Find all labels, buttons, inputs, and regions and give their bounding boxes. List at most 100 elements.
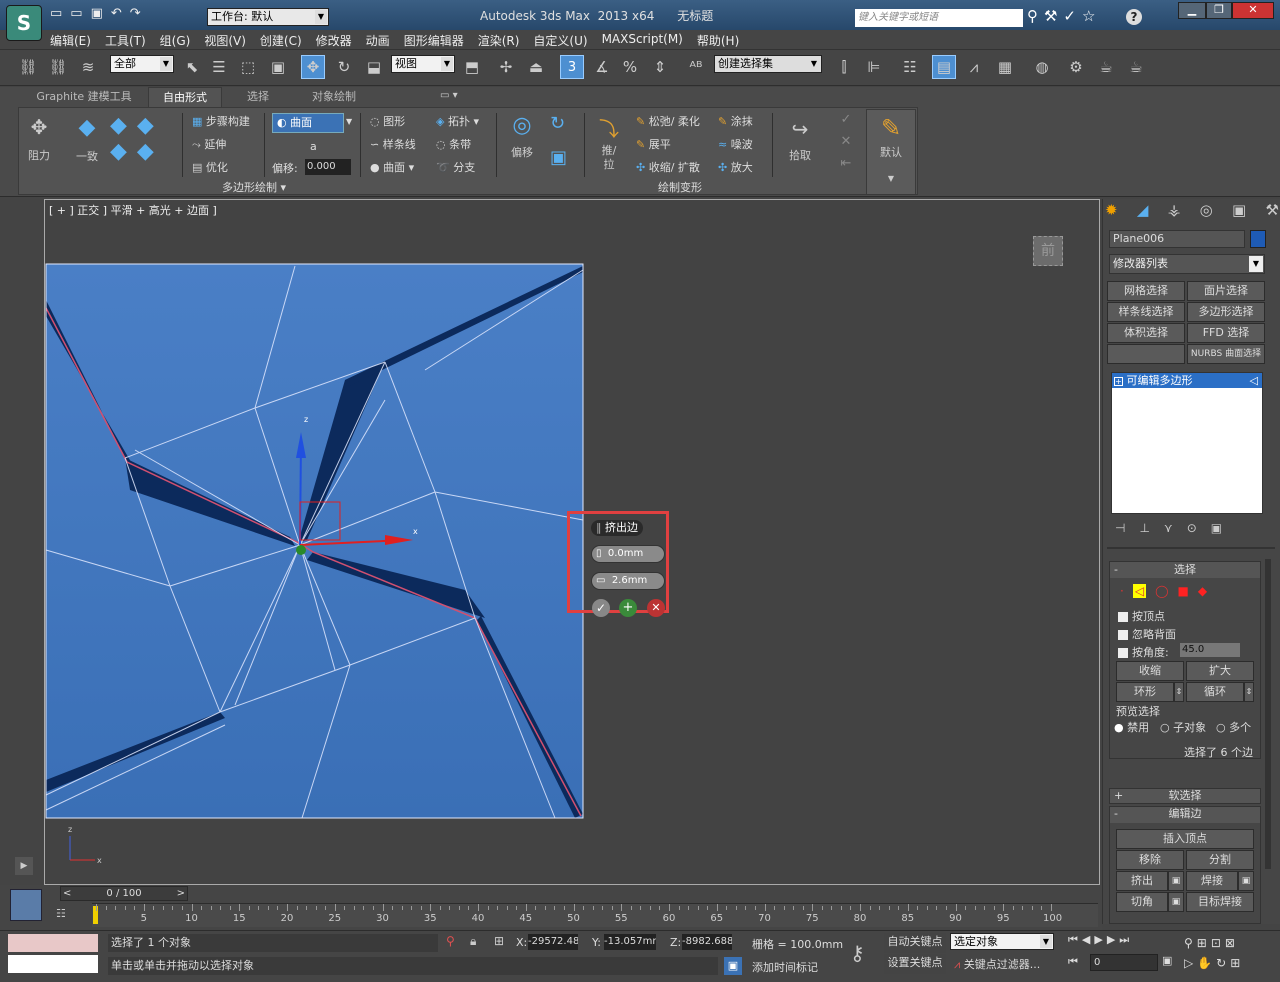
- strip-button[interactable]: ◌ 条带: [436, 136, 471, 152]
- object-name-field[interactable]: Plane006: [1109, 230, 1245, 248]
- angle-spinner[interactable]: 45.0: [1180, 643, 1240, 657]
- modifier-button-4[interactable]: 体积选择: [1107, 323, 1185, 343]
- select-object-icon[interactable]: ⬉: [180, 55, 204, 79]
- ring-button[interactable]: 环形: [1116, 682, 1174, 702]
- maxscript-listener-pink[interactable]: [8, 934, 98, 952]
- move-icon[interactable]: ✥: [301, 55, 325, 79]
- border-icon[interactable]: ◯: [1155, 584, 1168, 598]
- preview-multi-radio[interactable]: ○ 多个: [1216, 719, 1251, 735]
- weld-button[interactable]: 焊接: [1186, 871, 1238, 891]
- modifier-button-7[interactable]: NURBS 曲面选择: [1187, 344, 1265, 364]
- create-tab-icon[interactable]: ✹: [1105, 201, 1118, 225]
- vertex-icon[interactable]: ·: [1120, 584, 1124, 598]
- chamfer-settings-button[interactable]: ▣: [1168, 892, 1184, 912]
- remove-button[interactable]: 移除: [1116, 850, 1184, 870]
- menu-item-0[interactable]: 编辑(E): [50, 32, 91, 49]
- modifier-list-dropdown[interactable]: 修改器列表 ▼: [1109, 254, 1265, 274]
- modify-tab-icon[interactable]: ◢: [1137, 201, 1149, 225]
- branch-button[interactable]: ➰ 分支: [436, 159, 475, 175]
- extrude-settings-button[interactable]: ▣: [1168, 871, 1184, 891]
- isolate-icon[interactable]: ⚲: [446, 934, 455, 948]
- stack-toolbar[interactable]: ⊣⊥⋎⊙▣: [1115, 521, 1265, 535]
- select-by-name-icon[interactable]: ☰: [207, 55, 231, 79]
- panel-tabs[interactable]: ✹ ◢ ⚶ ◎ ▣ ⚒: [1105, 201, 1279, 225]
- smudge-button[interactable]: ✎ 涂抹: [718, 113, 753, 129]
- x-coord-field[interactable]: -29572.48: [528, 934, 578, 950]
- ribbon-tab-0[interactable]: Graphite 建模工具: [20, 87, 148, 107]
- panel-scrollbar[interactable]: [1265, 559, 1271, 869]
- help-icon[interactable]: ?: [1126, 9, 1142, 25]
- layer-manager-icon[interactable]: ☷: [898, 55, 922, 79]
- bind-spacewarp-icon[interactable]: ≋: [76, 55, 100, 79]
- revert-icon[interactable]: ↻: [550, 113, 565, 134]
- push-pull-tool[interactable]: ⤵ 推/拉: [594, 113, 624, 174]
- brush-preset-icon[interactable]: ▣: [550, 147, 567, 168]
- key-mode-icon[interactable]: ⏮: [1068, 955, 1078, 969]
- rollout-selection-header[interactable]: - 选择: [1110, 562, 1260, 578]
- minimize-button[interactable]: ▁: [1178, 2, 1206, 19]
- ribbon-tab-2[interactable]: 选择: [222, 87, 294, 107]
- maxscript-listener-white[interactable]: [8, 955, 98, 973]
- stack-item-editable-poly[interactable]: + 可编辑多边形 ◁: [1112, 373, 1262, 388]
- ribbon-tab-1[interactable]: 自由形式: [148, 87, 222, 107]
- topology-button[interactable]: ◈ 拓扑 ▾: [436, 113, 479, 129]
- search-input[interactable]: 键入关键字或短语: [855, 9, 1023, 27]
- loop-button[interactable]: 循环: [1186, 682, 1244, 702]
- current-frame-field[interactable]: 0: [1090, 954, 1158, 971]
- set-key-icon[interactable]: ⚷: [850, 941, 865, 965]
- surface-dropdown-arrow[interactable]: ▼: [346, 117, 352, 126]
- playback-controls[interactable]: ⏮◀▶▶⏭: [1068, 933, 1178, 947]
- preview-subobject-radio[interactable]: ○ 子对象: [1160, 719, 1206, 735]
- lock-selection-icon[interactable]: 🔒︎: [470, 934, 476, 949]
- graphite-toggle-icon[interactable]: ▤: [932, 55, 956, 79]
- edge-icon[interactable]: ◁: [1132, 584, 1147, 598]
- menu-item-4[interactable]: 创建(C): [260, 32, 302, 49]
- utilities-tab-icon[interactable]: ⚒: [1265, 201, 1278, 225]
- rotate-icon[interactable]: ↻: [332, 55, 356, 79]
- group-polydraw-label[interactable]: 多边形绘制 ▾: [222, 179, 286, 195]
- menu-item-2[interactable]: 组(G): [160, 32, 191, 49]
- auto-key-button[interactable]: 自动关键点: [884, 933, 946, 953]
- link-icon[interactable]: ⛓: [16, 55, 40, 79]
- y-coord-field[interactable]: -13.057mm: [604, 934, 656, 950]
- loop-spinner[interactable]: ⇕: [1244, 682, 1254, 702]
- chamfer-button[interactable]: 切角: [1116, 892, 1168, 912]
- absolute-mode-icon[interactable]: ⊞: [494, 934, 504, 948]
- window-crossing-icon[interactable]: ▣: [266, 55, 290, 79]
- viewport[interactable]: [ + ] 正交 ] 平滑 + 高光 + 边面 ] 前 z x z x ‖ 挤出…: [44, 199, 1100, 885]
- mini-listener[interactable]: [10, 889, 42, 921]
- conform-tool[interactable]: ◆ 一致: [68, 115, 106, 164]
- grow-button[interactable]: 扩大: [1186, 661, 1254, 681]
- snap-toggle-icon[interactable]: 3: [560, 55, 584, 79]
- align-icon[interactable]: ⊫: [862, 55, 886, 79]
- angle-snap-icon[interactable]: ∡: [590, 55, 614, 79]
- menu-item-10[interactable]: MAXScript(M): [602, 32, 683, 49]
- menu-item-7[interactable]: 图形编辑器: [404, 32, 464, 49]
- track-bar[interactable]: 5 10 15 20 25 30 35 40 45 50 55 60 65 70 75 80 85 90 95 100: [92, 903, 1098, 927]
- time-slider-next[interactable]: >: [177, 887, 185, 900]
- by-angle-checkbox[interactable]: 按角度:: [1118, 644, 1169, 660]
- hierarchy-tab-icon[interactable]: ⚶: [1168, 201, 1181, 225]
- menu-item-1[interactable]: 工具(T): [105, 32, 146, 49]
- conform-brush-icons[interactable]: ◆◆ ◆◆: [110, 113, 174, 165]
- ribbon-tab-menu-icon[interactable]: ▭ ▾: [440, 90, 458, 101]
- insert-vertex-button[interactable]: 插入顶点: [1116, 829, 1254, 849]
- extrude-width-field[interactable]: ▭ 2.6mm: [591, 572, 665, 590]
- shrink-button[interactable]: 收缩: [1116, 661, 1184, 681]
- ignore-backfacing-checkbox[interactable]: 忽略背面: [1118, 626, 1176, 642]
- curve-editor-icon[interactable]: ⩘: [962, 55, 986, 79]
- step-build-button[interactable]: ▦ 步骤构建: [192, 113, 250, 129]
- unlink-icon[interactable]: ⛓: [46, 55, 70, 79]
- render-setup-icon[interactable]: ⚙: [1064, 55, 1088, 79]
- app-logo[interactable]: S: [6, 5, 42, 41]
- modifier-button-0[interactable]: 网格选择: [1107, 281, 1185, 301]
- split-button[interactable]: 分割: [1186, 850, 1254, 870]
- menu-item-8[interactable]: 渲染(R): [478, 32, 520, 49]
- curve-button[interactable]: ● 曲面 ▾: [370, 159, 414, 175]
- percent-snap-icon[interactable]: %: [618, 55, 642, 79]
- relax-button[interactable]: ✎ 松弛/ 柔化: [636, 113, 700, 129]
- schematic-view-icon[interactable]: ▦: [993, 55, 1017, 79]
- modifier-button-1[interactable]: 面片选择: [1187, 281, 1265, 301]
- keyboard-shortcut-icon[interactable]: ⏏: [524, 55, 548, 79]
- flatten-button[interactable]: ✎ 展平: [636, 136, 671, 152]
